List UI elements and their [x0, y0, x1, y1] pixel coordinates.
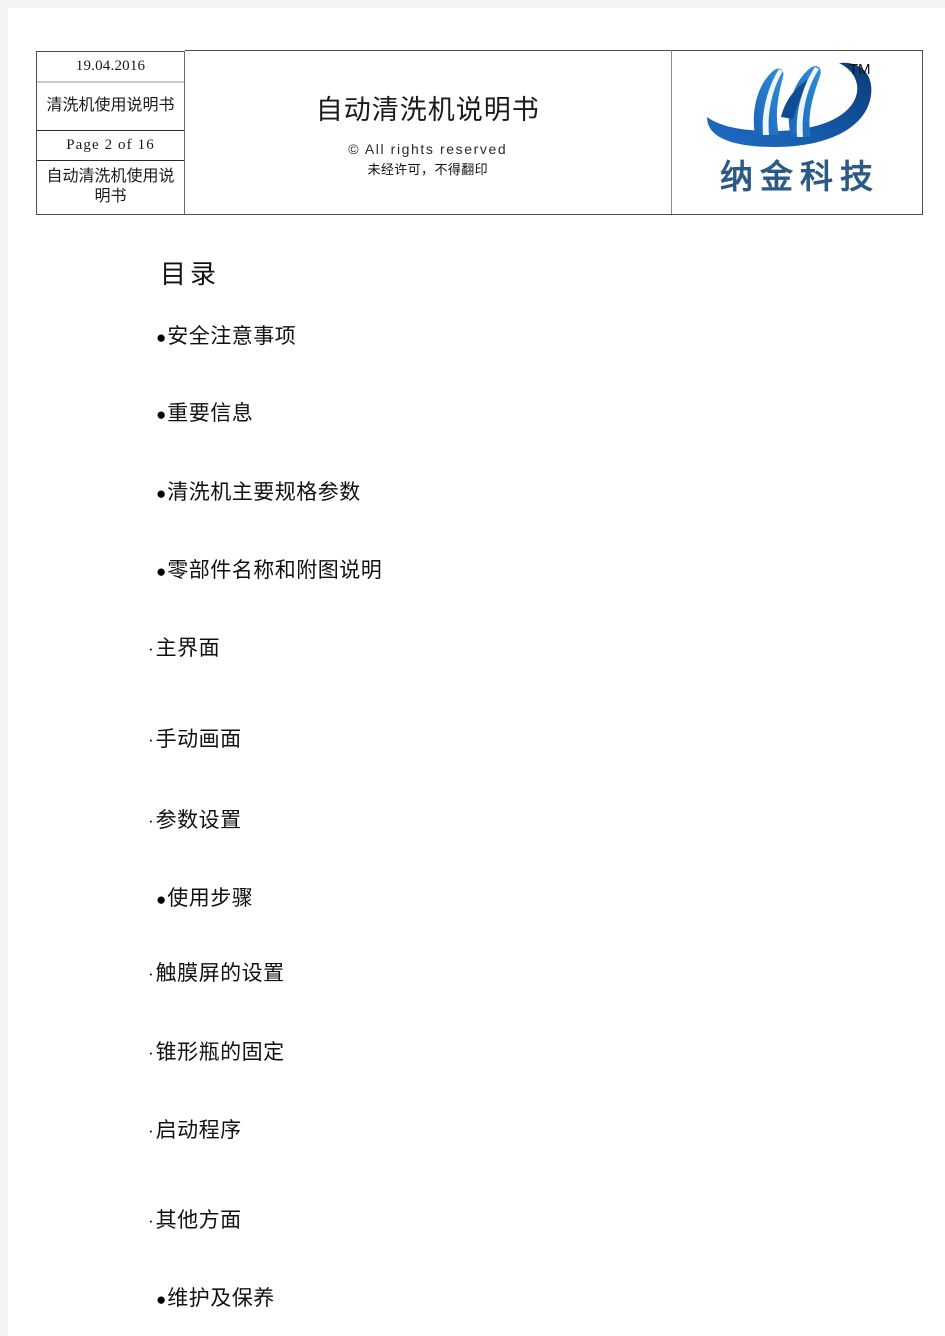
dot-icon: · [148, 731, 154, 751]
toc-heading: 目录 [160, 260, 221, 289]
dot-icon: · [148, 1212, 154, 1232]
toc-item[interactable]: ·手动画面 [148, 728, 856, 751]
toc-list: ●安全注意事项 ●重要信息 ●清洗机主要规格参数 ●零部件名称和附图说明 ·主界面 ·手动… [148, 324, 856, 1310]
header-page-number: Page 2 of 16 [37, 131, 184, 161]
bullet-icon: ● [156, 328, 167, 347]
toc-item[interactable]: ●零部件名称和附图说明 [156, 559, 856, 582]
toc-item[interactable]: ●重要信息 [156, 402, 856, 425]
company-logo-icon: TM [699, 57, 895, 149]
bullet-icon: ● [156, 484, 167, 504]
toc-item-label: 安全注意事项 [167, 324, 297, 348]
toc-item[interactable]: ●维护及保养 [156, 1287, 856, 1310]
toc-item[interactable]: ·启动程序 [148, 1117, 856, 1142]
toc-item[interactable]: ·参数设置 [148, 807, 856, 832]
toc-item-label: 主界面 [155, 636, 221, 661]
copyright-notice-cn: 未经许可，不得翻印 [367, 161, 489, 177]
dot-icon: · [148, 811, 154, 831]
toc-item-label: 重要信息 [167, 401, 254, 426]
trademark-icon: TM [848, 61, 871, 78]
toc-item-label: 启动程序 [155, 1117, 242, 1142]
dot-icon: · [148, 964, 154, 984]
header-doc-subtitle-top: 清洗机使用说明书 [37, 83, 184, 131]
toc-item[interactable]: ·触膜屏的设置 [148, 960, 856, 985]
toc-item[interactable]: ●安全注意事项 [156, 324, 856, 348]
document-page: 19.04.2016 清洗机使用说明书 Page 2 of 16 自动清洗机使用… [8, 8, 945, 1336]
toc-item[interactable]: ·其他方面 [148, 1208, 856, 1233]
toc-item-label: 维护及保养 [167, 1286, 275, 1311]
bullet-icon: ● [156, 562, 167, 582]
header-doc-subtitle-bottom: 自动清洗机使用说明书 [46, 168, 175, 205]
dot-icon: · [148, 1121, 154, 1141]
table-of-contents: 目录 ●安全注意事项 ●重要信息 ●清洗机主要规格参数 ●零部件名称和附图说明 ·主界面… [148, 254, 856, 1310]
bullet-icon: ● [156, 1290, 167, 1310]
document-header-table: 19.04.2016 清洗机使用说明书 Page 2 of 16 自动清洗机使用… [36, 50, 923, 215]
toc-item-label: 清洗机主要规格参数 [167, 480, 361, 505]
toc-item-label: 零部件名称和附图说明 [167, 558, 383, 583]
toc-item[interactable]: ●使用步骤 [156, 885, 856, 910]
header-logo-cell: TM 纳金科技 [671, 50, 923, 215]
dot-icon: · [148, 1043, 154, 1063]
header-date: 19.04.2016 [37, 52, 184, 83]
bullet-icon: ● [156, 889, 167, 909]
toc-item-label: 其他方面 [155, 1208, 242, 1233]
toc-item[interactable]: ●清洗机主要规格参数 [156, 481, 856, 504]
page-title: 自动清洗机说明书 [315, 94, 540, 125]
company-name: 纳金科技 [720, 158, 880, 195]
dot-icon: · [148, 640, 154, 660]
toc-item-label: 参数设置 [155, 807, 242, 832]
copyright-notice-en: © All rights reserved [348, 140, 508, 157]
bullet-icon: ● [156, 405, 167, 425]
header-meta-cell: 19.04.2016 清洗机使用说明书 Page 2 of 16 自动清洗机使用… [36, 50, 185, 215]
toc-item-label: 锥形瓶的固定 [155, 1039, 285, 1064]
toc-item-label: 触膜屏的设置 [155, 960, 285, 985]
toc-item[interactable]: ·主界面 [148, 637, 856, 660]
toc-item[interactable]: ·锥形瓶的固定 [148, 1039, 856, 1064]
toc-item-label: 手动画面 [155, 727, 242, 752]
toc-item-label: 使用步骤 [167, 885, 254, 910]
header-title-cell: 自动清洗机说明书 © All rights reserved 未经许可，不得翻印 [185, 50, 672, 215]
